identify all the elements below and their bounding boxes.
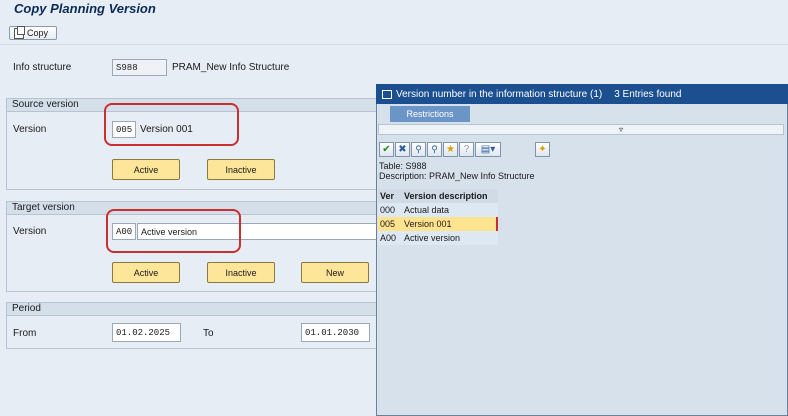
collapse-arrow-icon: ▿ (619, 125, 624, 134)
table-row-ver-selected[interactable]: 005 (378, 217, 402, 231)
popup-window-icon (382, 89, 392, 99)
popup-title: Version number in the information struct… (396, 88, 603, 100)
source-active-button[interactable]: Active (112, 159, 180, 180)
insert-hint-icon[interactable]: ✦ (535, 142, 550, 157)
continue-check-icon[interactable]: ✔ (379, 142, 394, 157)
column-header-ver[interactable]: Ver (378, 189, 402, 203)
popup-title-bar[interactable]: Version number in the information struct… (376, 84, 788, 104)
copy-button[interactable]: Copy (9, 25, 57, 40)
copy-button-label: Copy (27, 28, 49, 38)
table-row-desc[interactable]: Active version (402, 231, 498, 245)
info-icon[interactable]: ? (459, 142, 474, 157)
find-next-icon[interactable]: ⚲ (427, 142, 442, 157)
info-structure-field[interactable]: S988 (112, 59, 167, 76)
table-row-desc[interactable]: Actual data (402, 203, 498, 217)
print-icon[interactable]: ▤▾ (475, 142, 501, 157)
period-header: Period (7, 303, 377, 316)
application-toolbar (0, 22, 788, 45)
source-version-label: Version (13, 124, 47, 135)
popup-description-line: Description: PRAM_New Info Structure (379, 171, 535, 181)
table-row-ver[interactable]: A00 (378, 231, 402, 245)
table-row-ver[interactable]: 000 (378, 203, 402, 217)
target-version-label: Version (13, 226, 47, 237)
popup-toolbar: ✔ ✖ ⚲ ⚲ ★ ? ▤▾ ✦ (378, 142, 784, 160)
target-highlight-annotation (106, 209, 241, 253)
column-header-description[interactable]: Version description (402, 189, 498, 203)
results-table: Ver Version description 000 Actual data … (378, 189, 498, 247)
table-row-desc-selected[interactable]: Version 001 (402, 217, 498, 231)
period-from-label: From (13, 328, 37, 339)
target-inactive-button[interactable]: Inactive (207, 262, 275, 283)
find-binoculars-icon[interactable]: ⚲ (411, 142, 426, 157)
period-to-field[interactable]: 01.01.2030 (301, 323, 370, 342)
source-highlight-annotation (104, 103, 239, 146)
period-from-field[interactable]: 01.02.2025 (112, 323, 181, 342)
add-favorite-star-icon[interactable]: ★ (443, 142, 458, 157)
tab-restrictions[interactable]: Restrictions (390, 106, 470, 122)
info-structure-label: Info structure (13, 62, 72, 73)
window-title: Copy Planning Version (14, 1, 156, 16)
source-inactive-button[interactable]: Inactive (207, 159, 275, 180)
popup-table-line: Table: S988 (379, 161, 427, 171)
period-to-label: To (203, 328, 214, 339)
target-active-button[interactable]: Active (112, 262, 180, 283)
target-new-button[interactable]: New (301, 262, 369, 283)
cancel-x-icon[interactable]: ✖ (395, 142, 410, 157)
copy-icon (14, 25, 25, 39)
popup-entries-found: 3 Entries found (614, 88, 682, 100)
restrictions-collapse-bar[interactable]: ▿ (378, 124, 784, 135)
info-structure-name: PRAM_New Info Structure (172, 62, 290, 73)
